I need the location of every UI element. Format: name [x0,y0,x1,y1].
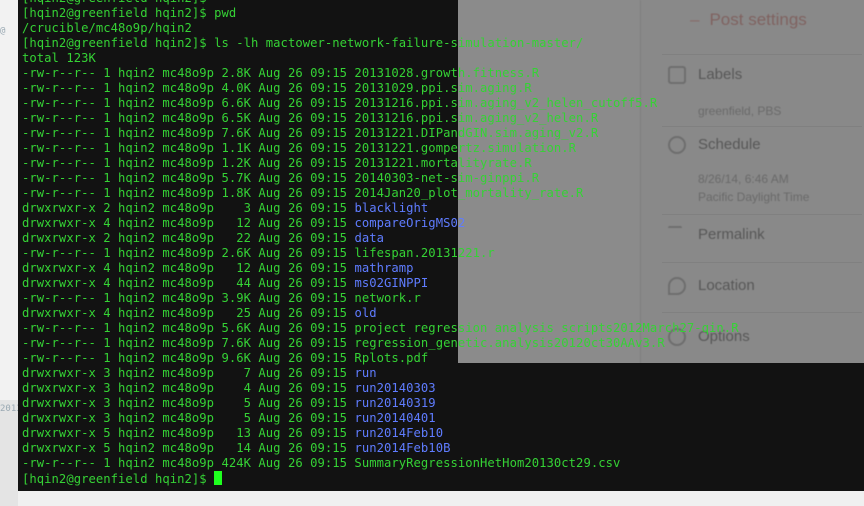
terminal-text: drwxrwxr-x 2 hqin2 mc48o9p 3 Aug 26 09:1… [22,201,355,215]
terminal-text: -rw-r--r-- 1 hqin2 mc48o9p 2.8K Aug 26 0… [22,66,540,80]
directory-name: run2014Feb10B [354,441,451,455]
directory-name: data [354,231,384,245]
directory-name: compareOrigMS02 [354,216,466,230]
terminal-line: drwxrwxr-x 5 hqin2 mc48o9p 13 Aug 26 09:… [22,426,739,441]
terminal-text: -rw-r--r-- 1 hqin2 mc48o9p 7.6K Aug 26 0… [22,126,599,140]
terminal-text: drwxrwxr-x 4 hqin2 mc48o9p 25 Aug 26 09:… [22,306,355,320]
terminal-text: -rw-r--r-- 1 hqin2 mc48o9p 7.6K Aug 26 0… [22,336,665,350]
terminal-text: -rw-r--r-- 1 hqin2 mc48o9p 5.6K Aug 26 0… [22,321,739,335]
terminal-line: -rw-r--r-- 1 hqin2 mc48o9p 1.2K Aug 26 0… [22,156,739,171]
terminal-line: drwxrwxr-x 2 hqin2 mc48o9p 22 Aug 26 09:… [22,231,739,246]
terminal-text: /crucible/mc48o9p/hqin2 [22,21,192,35]
terminal-text: -rw-r--r-- 1 hqin2 mc48o9p 6.5K Aug 26 0… [22,111,599,125]
terminal-text: -rw-r--r-- 1 hqin2 mc48o9p 6.6K Aug 26 0… [22,96,658,110]
terminal-line: -rw-r--r-- 1 hqin2 mc48o9p 7.6K Aug 26 0… [22,126,739,141]
directory-name: run20140303 [354,381,436,395]
terminal-text: drwxrwxr-x 5 hqin2 mc48o9p 13 Aug 26 09:… [22,426,355,440]
terminal-line: -rw-r--r-- 1 hqin2 mc48o9p 5.7K Aug 26 0… [22,171,739,186]
terminal-text: total 123K [22,51,96,65]
terminal-line: [hqin2@greenfield hqin2]$ [22,471,739,486]
terminal-line: drwxrwxr-x 3 hqin2 mc48o9p 5 Aug 26 09:1… [22,411,739,426]
background-left-strip-lower [0,400,18,506]
background-fragment: @ [0,26,6,36]
terminal-line: -rw-r--r-- 1 hqin2 mc48o9p 1.1K Aug 26 0… [22,141,739,156]
terminal-text: [hqin2@greenfield hqin2]$ [22,472,215,486]
directory-name: run20140401 [354,411,436,425]
directory-name: ms02GINPPI [354,276,429,290]
directory-name: blacklight [354,201,429,215]
terminal-line: -rw-r--r-- 1 hqin2 mc48o9p 4.0K Aug 26 0… [22,81,739,96]
terminal-text: drwxrwxr-x 3 hqin2 mc48o9p 7 Aug 26 09:1… [22,366,355,380]
terminal-text: [hqin2@greenfield hqin2]$ pwd [22,6,237,20]
terminal-line: -rw-r--r-- 1 hqin2 mc48o9p 6.6K Aug 26 0… [22,96,739,111]
terminal-text: -rw-r--r-- 1 hqin2 mc48o9p 1.8K Aug 26 0… [22,186,584,200]
terminal-line: -rw-r--r-- 1 hqin2 mc48o9p 1.8K Aug 26 0… [22,186,739,201]
terminal-text: drwxrwxr-x 3 hqin2 mc48o9p 5 Aug 26 09:1… [22,396,355,410]
terminal-text: -rw-r--r-- 1 hqin2 mc48o9p 4.0K Aug 26 0… [22,81,532,95]
terminal-text: -rw-r--r-- 1 hqin2 mc48o9p 5.7K Aug 26 0… [22,171,540,185]
terminal-line: -rw-r--r-- 1 hqin2 mc48o9p 9.6K Aug 26 0… [22,351,739,366]
terminal-line: [hqin2@greenfield hqin2]$ pwd [22,6,739,21]
terminal-text: -rw-r--r-- 1 hqin2 mc48o9p 3.9K Aug 26 0… [22,291,421,305]
directory-name: run2014Feb10 [354,426,444,440]
terminal-text: drwxrwxr-x 3 hqin2 mc48o9p 4 Aug 26 09:1… [22,381,355,395]
directory-name: run20140319 [354,396,436,410]
terminal-text: -rw-r--r-- 1 hqin2 mc48o9p 1.1K Aug 26 0… [22,141,577,155]
terminal-text: [hqin2@greenfield hqin2]$ [22,0,214,5]
terminal-line: -rw-r--r-- 1 hqin2 mc48o9p 7.6K Aug 26 0… [22,336,739,351]
terminal-line: drwxrwxr-x 2 hqin2 mc48o9p 3 Aug 26 09:1… [22,201,739,216]
terminal-line: drwxrwxr-x 4 hqin2 mc48o9p 44 Aug 26 09:… [22,276,739,291]
terminal-line: drwxrwxr-x 4 hqin2 mc48o9p 12 Aug 26 09:… [22,216,739,231]
terminal-cursor [214,471,223,485]
terminal-line: -rw-r--r-- 1 hqin2 mc48o9p 6.5K Aug 26 0… [22,111,739,126]
terminal-line: drwxrwxr-x 4 hqin2 mc48o9p 25 Aug 26 09:… [22,306,739,321]
terminal-line: -rw-r--r-- 1 hqin2 mc48o9p 2.8K Aug 26 0… [22,66,739,81]
terminal-text: -rw-r--r-- 1 hqin2 mc48o9p 9.6K Aug 26 0… [22,351,429,365]
terminal-line: /crucible/mc48o9p/hqin2 [22,21,739,36]
terminal-text: -rw-r--r-- 1 hqin2 mc48o9p 424K Aug 26 0… [22,456,621,470]
terminal-text: drwxrwxr-x 4 hqin2 mc48o9p 12 Aug 26 09:… [22,216,355,230]
terminal-text: -rw-r--r-- 1 hqin2 mc48o9p 2.6K Aug 26 0… [22,246,495,260]
terminal-text: drwxrwxr-x 5 hqin2 mc48o9p 14 Aug 26 09:… [22,441,355,455]
terminal-line: [hqin2@greenfield hqin2]$ ls -lh mactowe… [22,36,739,51]
terminal-text: drwxrwxr-x 4 hqin2 mc48o9p 12 Aug 26 09:… [22,261,355,275]
terminal-text: drwxrwxr-x 3 hqin2 mc48o9p 5 Aug 26 09:1… [22,411,355,425]
terminal-text: drwxrwxr-x 2 hqin2 mc48o9p 22 Aug 26 09:… [22,231,355,245]
terminal-line: -rw-r--r-- 1 hqin2 mc48o9p 2.6K Aug 26 0… [22,246,739,261]
terminal-line: -rw-r--r-- 1 hqin2 mc48o9p 3.9K Aug 26 0… [22,291,739,306]
terminal-text: drwxrwxr-x 4 hqin2 mc48o9p 44 Aug 26 09:… [22,276,355,290]
terminal-output[interactable]: [hqin2@greenfield hqin2]$ [hqin2@greenfi… [22,0,739,486]
terminal-line: drwxrwxr-x 5 hqin2 mc48o9p 14 Aug 26 09:… [22,441,739,456]
terminal-line: drwxrwxr-x 3 hqin2 mc48o9p 5 Aug 26 09:1… [22,396,739,411]
terminal-line: drwxrwxr-x 4 hqin2 mc48o9p 12 Aug 26 09:… [22,261,739,276]
terminal-line: total 123K [22,51,739,66]
terminal-text: -rw-r--r-- 1 hqin2 mc48o9p 1.2K Aug 26 0… [22,156,532,170]
terminal-line: drwxrwxr-x 3 hqin2 mc48o9p 4 Aug 26 09:1… [22,381,739,396]
terminal-line: drwxrwxr-x 3 hqin2 mc48o9p 7 Aug 26 09:1… [22,366,739,381]
bottom-bar [18,491,864,506]
directory-name: old [354,306,377,320]
terminal-text: [hqin2@greenfield hqin2]$ ls -lh mactowe… [22,36,584,50]
directory-name: mathramp [354,261,414,275]
terminal-line: -rw-r--r-- 1 hqin2 mc48o9p 5.6K Aug 26 0… [22,321,739,336]
directory-name: run [354,366,377,380]
terminal-line: -rw-r--r-- 1 hqin2 mc48o9p 424K Aug 26 0… [22,456,739,471]
